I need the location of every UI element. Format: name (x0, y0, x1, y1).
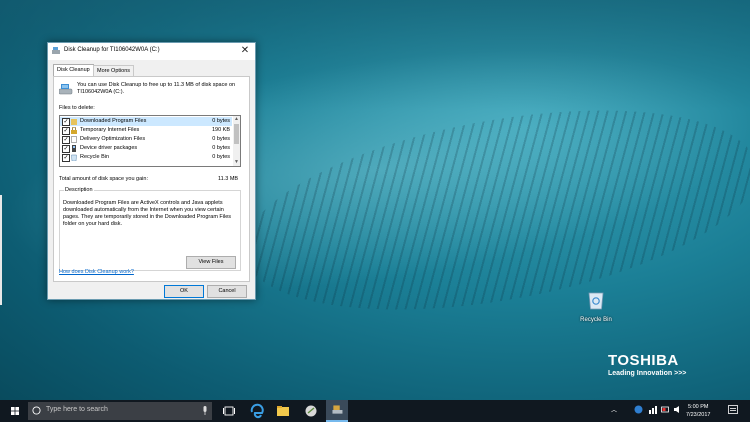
chevron-up-icon[interactable]: ︿ (611, 405, 617, 414)
folder-icon (71, 119, 77, 125)
file-name: Temporary Internet Files (80, 127, 140, 133)
action-center-icon[interactable] (728, 405, 738, 416)
tab-panel: You can use Disk Cleanup to free up to 1… (53, 76, 250, 282)
view-files-button[interactable]: View Files (186, 256, 236, 269)
file-size: 0 bytes (212, 118, 230, 124)
file-name: Recycle Bin (80, 154, 110, 160)
tab-more-options[interactable]: More Options (93, 65, 135, 76)
description-text: Downloaded Program Files are ActiveX con… (63, 200, 232, 227)
task-view-icon[interactable] (218, 400, 240, 422)
disk-cleanup-task-icon[interactable] (326, 400, 348, 422)
clock-time: 5:00 PM (687, 404, 709, 410)
list-item[interactable]: ✓ Device driver packages 0 bytes (60, 144, 232, 153)
checkbox[interactable]: ✓ (62, 118, 70, 126)
file-name: Device driver packages (80, 145, 138, 151)
help-link[interactable]: How does Disk Cleanup work? (59, 269, 134, 275)
taskbar-clock[interactable]: 5:00 PM 7/23/2017 (686, 403, 710, 419)
total-value: 11.3 MB (218, 176, 239, 182)
windows-start-icon[interactable] (4, 400, 26, 422)
taskbar: Type here to search ︿ 5:00 PM 7/23/2017 (0, 400, 750, 422)
files-to-delete-label: Files to delete: (59, 105, 95, 111)
recycle-bin-icon (71, 154, 77, 161)
ok-button[interactable]: OK (164, 285, 204, 298)
list-item[interactable]: ✓ Temporary Internet Files 190 KB (60, 126, 232, 135)
taskbar-search-box[interactable]: Type here to search (28, 402, 212, 420)
microphone-icon[interactable] (202, 406, 208, 416)
background-window-edge (0, 195, 2, 305)
file-size: 0 bytes (212, 136, 230, 142)
cancel-button[interactable]: Cancel (207, 285, 247, 298)
lock-icon (71, 127, 77, 134)
file-name: Downloaded Program Files (80, 118, 147, 124)
app-icon[interactable] (300, 400, 322, 422)
drive-cleanup-icon (59, 84, 73, 95)
brand-name: TOSHIBA (608, 352, 679, 369)
list-item[interactable]: ✓ Downloaded Program Files 0 bytes (60, 117, 232, 126)
close-icon[interactable]: ✕ (239, 45, 251, 57)
list-item[interactable]: ✓ Delivery Optimization Files 0 bytes (60, 135, 232, 144)
volume-icon[interactable] (673, 405, 682, 414)
globe-icon[interactable] (634, 405, 643, 414)
brand-tagline: Leading Innovation >>> (608, 370, 687, 377)
device-icon (72, 145, 76, 152)
scroll-down-icon[interactable]: ▼ (233, 159, 240, 166)
scroll-up-icon[interactable]: ▲ (233, 116, 240, 123)
description-title: Description (64, 187, 94, 193)
brand-logo: TOSHIBA Leading Innovation >>> (608, 352, 686, 377)
list-scrollbar[interactable]: ▲ ▼ (233, 116, 240, 166)
network-icon[interactable] (648, 405, 658, 414)
clock-date: 7/23/2017 (686, 412, 711, 418)
file-size: 0 bytes (212, 154, 230, 160)
disk-cleanup-icon (52, 47, 60, 54)
file-name: Delivery Optimization Files (80, 136, 146, 142)
desktop-recycle-bin[interactable]: Recycle Bin (578, 290, 614, 323)
search-placeholder: Type here to search (46, 406, 108, 413)
battery-icon[interactable] (661, 405, 670, 414)
file-explorer-icon[interactable] (272, 400, 294, 422)
intro-text: You can use Disk Cleanup to free up to 1… (77, 82, 236, 95)
search-icon (32, 406, 41, 415)
disk-cleanup-dialog: Disk Cleanup for TI106042W0A (C:) ✕ Disk… (47, 42, 256, 300)
total-label: Total amount of disk space you gain: (59, 176, 148, 182)
checkbox[interactable]: ✓ (62, 136, 70, 144)
edge-browser-icon[interactable] (246, 400, 268, 422)
document-icon (71, 136, 77, 143)
title-bar[interactable]: Disk Cleanup for TI106042W0A (C:) ✕ (48, 43, 255, 60)
dialog-title: Disk Cleanup for TI106042W0A (C:) (64, 47, 160, 53)
list-item[interactable]: ✓ Recycle Bin 0 bytes (60, 153, 232, 162)
file-size: 0 bytes (212, 145, 230, 151)
file-size: 190 KB (211, 127, 230, 133)
recycle-bin-label: Recycle Bin (580, 317, 612, 323)
checkbox[interactable]: ✓ (62, 154, 70, 162)
scroll-thumb[interactable] (234, 124, 239, 144)
checkbox[interactable]: ✓ (62, 127, 70, 135)
files-list[interactable]: ✓ Downloaded Program Files 0 bytes ✓ Tem… (59, 115, 241, 167)
description-group: Description Downloaded Program Files are… (59, 187, 241, 271)
recycle-bin-icon (588, 292, 604, 310)
checkbox[interactable]: ✓ (62, 145, 70, 153)
